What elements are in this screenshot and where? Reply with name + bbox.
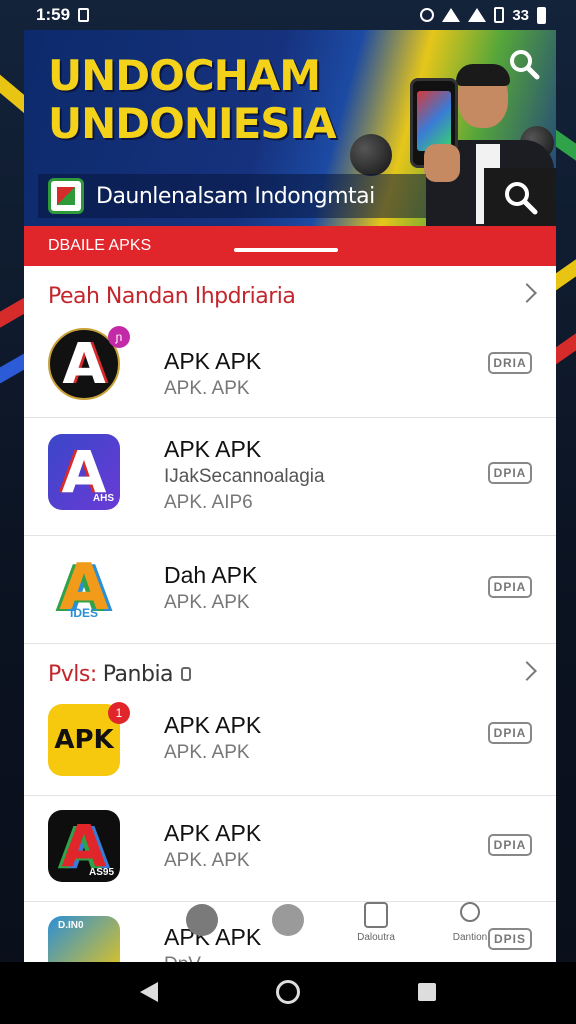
status-bar: 1:59 33 bbox=[0, 0, 576, 30]
tools-icon bbox=[186, 904, 218, 936]
app-detail: APK. AIP6 bbox=[164, 492, 253, 513]
section-header[interactable]: Peah Nandan Ihpdriaria bbox=[24, 266, 556, 326]
hero-subtitle: Daunlenalsam Indongmtai bbox=[96, 183, 375, 209]
app-list-item[interactable]: APK 1 APK APK APK. APK DPIA bbox=[24, 702, 556, 796]
search-button[interactable] bbox=[484, 168, 556, 226]
app-icon: A AS95 bbox=[48, 810, 120, 882]
app-icon: A AHS bbox=[48, 434, 120, 510]
tab-explore[interactable] bbox=[256, 904, 320, 960]
install-badge[interactable]: DRIA bbox=[488, 352, 532, 374]
tab-home[interactable] bbox=[170, 904, 234, 960]
app-list-item[interactable]: A ɲ APK APK APK. APK DRIA bbox=[24, 326, 556, 418]
app-detail: APK. APK bbox=[164, 742, 250, 763]
app-icon: A IDES bbox=[48, 552, 120, 624]
app-icon-label: IDES bbox=[70, 606, 99, 620]
install-badge[interactable]: DPIA bbox=[488, 722, 532, 744]
lock-icon bbox=[181, 667, 192, 681]
app-list-item[interactable]: A AS95 APK APK APK. APK DPIA bbox=[24, 796, 556, 902]
notification-badge: 1 bbox=[108, 702, 130, 724]
hero-banner: UNDOCHAM UNDONIESIA Daunlenalsam Indongm… bbox=[24, 30, 556, 226]
brand-logo-icon bbox=[48, 178, 84, 214]
section-title-rest: Panbia bbox=[102, 661, 174, 687]
category-bar-label: DBAILE APKS bbox=[48, 237, 152, 254]
chevron-right-icon[interactable] bbox=[517, 283, 537, 303]
soccer-ball-image bbox=[350, 134, 392, 176]
install-badge[interactable]: DPIA bbox=[488, 576, 532, 598]
globe-icon bbox=[272, 904, 304, 936]
app-store-card: UNDOCHAM UNDONIESIA Daunlenalsam Indongm… bbox=[24, 30, 556, 962]
app-name: APK APK bbox=[164, 348, 262, 374]
hero-title: UNDOCHAM UNDONIESIA bbox=[48, 51, 337, 148]
install-badge[interactable]: DPIA bbox=[488, 834, 532, 856]
sim-card-icon bbox=[78, 8, 90, 22]
app-subtitle: IJakSecannoalagia bbox=[164, 466, 325, 487]
hero-brand-bar: Daunlenalsam Indongmtai bbox=[38, 174, 426, 218]
chevron-right-icon[interactable] bbox=[517, 661, 537, 681]
section-title: Peah Nandan Ihpdriaria bbox=[48, 283, 296, 309]
person-icon bbox=[460, 902, 480, 922]
hero-title-line-2: UNDONIESIA bbox=[48, 99, 337, 148]
install-badge[interactable]: DPIA bbox=[488, 462, 532, 484]
home-icon[interactable] bbox=[276, 980, 300, 1004]
tab-account[interactable]: Dantion bbox=[438, 902, 502, 958]
status-time: 1:59 bbox=[36, 5, 71, 24]
tab-indicator bbox=[234, 248, 338, 252]
app-list-item[interactable]: A AHS APK APK IJakSecannoalagia APK. AIP… bbox=[24, 418, 556, 536]
bottom-tab-bar: Daloutra Dantion bbox=[24, 896, 556, 962]
system-navigation-bar bbox=[0, 962, 576, 1024]
app-list-item[interactable]: A IDES Dah APK APK. APK DPIA bbox=[24, 536, 556, 644]
battery-icon bbox=[537, 6, 546, 24]
section-header[interactable]: Pvls: Panbia bbox=[24, 644, 556, 704]
notification-badge: ɲ bbox=[108, 326, 130, 348]
category-bar[interactable]: DBAILE APKS bbox=[24, 226, 556, 266]
wifi-icon bbox=[468, 8, 487, 22]
tab-label: Dantion bbox=[452, 932, 488, 943]
back-icon[interactable] bbox=[140, 982, 158, 1002]
signal-icon bbox=[442, 8, 461, 22]
app-name: APK APK bbox=[164, 820, 262, 846]
recent-apps-icon[interactable] bbox=[418, 983, 436, 1001]
tab-downloads[interactable]: Daloutra bbox=[344, 902, 408, 958]
app-detail: APK. APK bbox=[164, 592, 250, 613]
app-name: APK APK bbox=[164, 436, 262, 462]
app-name: Dah APK bbox=[164, 562, 258, 588]
search-icon[interactable] bbox=[506, 46, 542, 82]
alarm-icon bbox=[420, 8, 435, 22]
app-name: APK APK bbox=[164, 712, 262, 738]
sim-slot-icon bbox=[494, 7, 505, 23]
battery-percent: 33 bbox=[512, 6, 529, 24]
search-icon bbox=[505, 182, 538, 215]
section-title: Pvls: bbox=[48, 661, 97, 687]
app-detail: APK. APK bbox=[164, 378, 250, 399]
app-icon-label: AHS bbox=[92, 493, 114, 504]
document-edit-icon bbox=[364, 902, 388, 928]
app-detail: APK. APK bbox=[164, 850, 250, 871]
hero-title-line-1: UNDOCHAM bbox=[48, 51, 321, 100]
app-icon-label: AS95 bbox=[88, 867, 114, 878]
tab-label: Daloutra bbox=[357, 932, 395, 943]
